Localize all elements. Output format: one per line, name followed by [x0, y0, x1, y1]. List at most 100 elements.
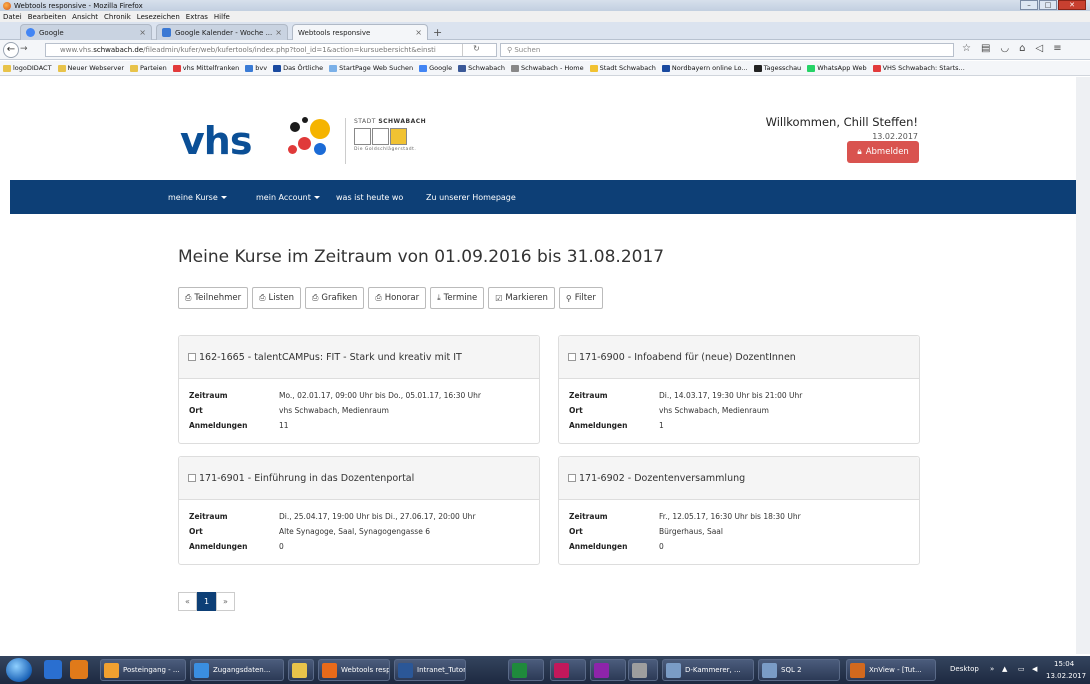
course-anmeldungen: 0 [279, 542, 284, 551]
desktop-toolbar-label[interactable]: Desktop [950, 665, 979, 673]
flag-icon[interactable]: ▲ [1002, 665, 1007, 673]
tab-webtools[interactable]: Webtools responsive × [292, 24, 428, 40]
reload-icon[interactable]: ↻ [462, 44, 490, 56]
menu-ansicht[interactable]: Ansicht [72, 13, 98, 21]
caret-down-icon [313, 196, 320, 199]
bookmark-icon [589, 64, 598, 72]
course-checkbox[interactable] [568, 353, 576, 361]
bookmark-item[interactable]: Google [419, 64, 452, 72]
course-checkbox[interactable] [568, 474, 576, 482]
home-icon[interactable]: ⌂ [1019, 43, 1025, 54]
tray-expand-icon[interactable]: » [990, 665, 994, 673]
bookmark-item[interactable]: vhs Mittelfranken [172, 64, 239, 72]
course-checkbox[interactable] [188, 353, 196, 361]
menu-bearbeiten[interactable]: Bearbeiten [28, 13, 66, 21]
taskbar-item[interactable]: Webtools resp... [318, 659, 390, 681]
taskbar-item[interactable] [550, 659, 586, 681]
tab-google[interactable]: Google × [20, 24, 152, 40]
course-title[interactable]: 171-6901 - Einführung in das Dozentenpor… [199, 473, 414, 484]
markieren-button[interactable]: ☑ Markieren [488, 287, 555, 309]
pagination-next[interactable]: » [216, 592, 235, 611]
clock-time[interactable]: 15:04 [1054, 660, 1074, 668]
taskbar-item[interactable] [628, 659, 658, 681]
minimize-button[interactable]: – [1020, 0, 1038, 10]
nav-homepage[interactable]: Zu unserer Homepage [426, 193, 516, 202]
internet-explorer-icon[interactable] [44, 660, 62, 679]
url-bar[interactable]: www.vhs.schwabach.de/fileadmin/kufer/web… [45, 43, 497, 57]
tab-google-kalender[interactable]: Google Kalender - Woche ... × [156, 24, 288, 40]
taskbar-item[interactable] [508, 659, 544, 681]
course-title[interactable]: 162-1665 - talentCAMPus: FIT - Stark und… [199, 352, 462, 363]
page-scrollbar[interactable] [1076, 77, 1090, 654]
vhs-logo[interactable]: vhs [180, 115, 350, 167]
taskbar-item[interactable]: XnView - [Tut... [846, 659, 936, 681]
course-title[interactable]: 171-6902 - Dozentenversammlung [579, 473, 745, 484]
grafiken-button[interactable]: ⎙ Grafiken [305, 287, 365, 309]
pagination-prev[interactable]: « [178, 592, 197, 611]
start-button[interactable] [6, 658, 32, 682]
menu-chronik[interactable]: Chronik [104, 13, 131, 21]
button-label: Listen [268, 293, 295, 303]
bookmark-item[interactable]: Schwabach - Home [510, 64, 584, 72]
menu-extras[interactable]: Extras [186, 13, 208, 21]
network-icon[interactable]: ▭ [1018, 665, 1025, 673]
action-toolbar: ⎙ Teilnehmer ⎙ Listen ⎙ Grafiken ⎙ Honorar ⤓… [178, 287, 607, 309]
listen-button[interactable]: ⎙ Listen [252, 287, 302, 309]
new-tab-icon[interactable]: + [433, 26, 442, 39]
nav-meine-kurse[interactable]: meine Kurse [168, 193, 227, 202]
taskbar-item[interactable]: Intranet_Tutori... [394, 659, 466, 681]
menu-hilfe[interactable]: Hilfe [214, 13, 230, 21]
bookmark-item[interactable]: Neuer Webserver [57, 64, 124, 72]
bookmark-icon [57, 64, 66, 72]
hamburger-menu-icon[interactable]: ≡ [1053, 43, 1061, 54]
close-window-button[interactable]: ✕ [1058, 0, 1086, 10]
search-input[interactable]: ⚲ Suchen [500, 43, 954, 57]
bookmark-label: StartPage Web Suchen [339, 64, 414, 72]
close-tab-icon[interactable]: × [415, 28, 422, 37]
course-title[interactable]: 171-6900 - Infoabend für (neue) DozentIn… [579, 352, 796, 363]
bookmark-item[interactable]: Parteien [130, 64, 167, 72]
back-button[interactable]: ← [3, 42, 19, 58]
bookmark-item[interactable]: Nordbayern online Lo... [661, 64, 748, 72]
taskbar-item[interactable]: Posteingang - ... [100, 659, 186, 681]
nav-was-ist-heute-wo[interactable]: was ist heute wo [336, 193, 403, 202]
taskbar-item[interactable]: Zugangsdaten... [190, 659, 284, 681]
clock-date[interactable]: 13.02.2017 [1046, 672, 1086, 680]
filter-button[interactable]: ⚲ Filter [558, 287, 603, 309]
bookmark-item[interactable]: VHS Schwabach: Starts... [872, 64, 965, 72]
honorar-button[interactable]: ⎙ Honorar [368, 287, 427, 309]
taskbar-item[interactable] [288, 659, 314, 681]
forward-button[interactable]: → [20, 44, 28, 54]
teilnehmer-button[interactable]: ⎙ Teilnehmer [178, 287, 249, 309]
close-tab-icon[interactable]: × [275, 28, 282, 37]
taskbar-item[interactable] [590, 659, 626, 681]
logo-dot [298, 137, 311, 150]
share-icon[interactable]: ◁ [1036, 43, 1044, 54]
maximize-button[interactable]: □ [1039, 0, 1057, 10]
menu-lesezeichen[interactable]: Lesezeichen [137, 13, 180, 21]
bookmark-item[interactable]: WhatsApp Web [807, 64, 867, 72]
bookmarks-list-icon[interactable]: ▤ [981, 43, 990, 54]
outlook-icon[interactable] [70, 660, 88, 679]
termine-button[interactable]: ⤓ Termine [430, 287, 485, 309]
pagination-page-1[interactable]: 1 [197, 592, 216, 611]
volume-icon[interactable]: ◀ [1032, 665, 1037, 673]
bookmark-item[interactable]: bvv [245, 64, 267, 72]
pocket-icon[interactable]: ◡ [1000, 43, 1009, 54]
bookmark-item[interactable]: Stadt Schwabach [589, 64, 656, 72]
bookmark-item[interactable]: Das Örtliche [273, 64, 323, 72]
taskbar-item[interactable]: SQL 2 [758, 659, 840, 681]
bookmark-item[interactable]: Tagesschau [753, 64, 801, 72]
nav-mein-account[interactable]: mein Account [256, 193, 320, 202]
bookmark-item[interactable]: Schwabach [458, 64, 505, 72]
bookmark-item[interactable]: logoDIDACT [3, 64, 52, 72]
pagination: « 1 » [178, 592, 235, 611]
taskbar-item[interactable]: D-Kammerer, ... [662, 659, 754, 681]
menu-datei[interactable]: Datei [3, 13, 22, 21]
bookmark-item[interactable]: StartPage Web Suchen [329, 64, 413, 72]
close-tab-icon[interactable]: × [139, 28, 146, 37]
bookmark-star-icon[interactable]: ☆ [962, 43, 971, 54]
logout-button[interactable]: 🔒︎ Abmelden [847, 141, 919, 163]
course-checkbox[interactable] [188, 474, 196, 482]
button-label: Filter [574, 293, 596, 303]
